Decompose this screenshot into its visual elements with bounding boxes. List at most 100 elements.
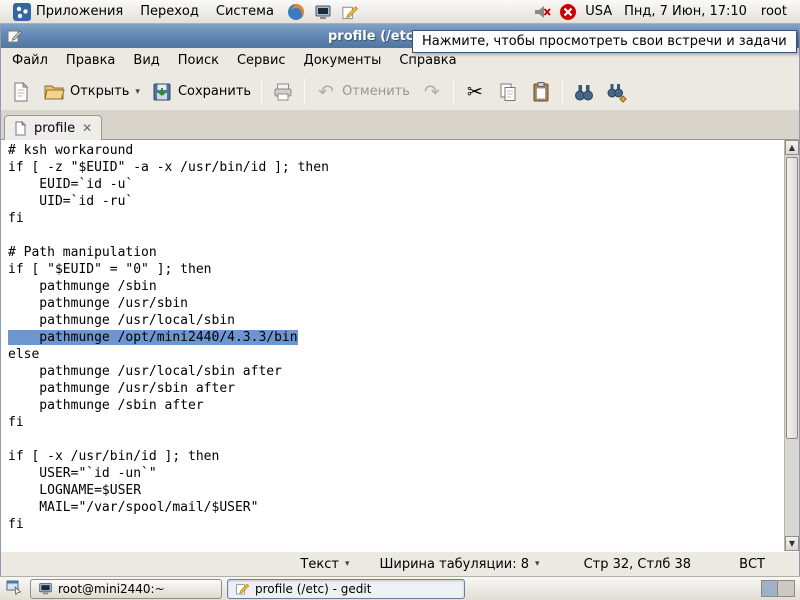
menu-search[interactable]: Поиск (169, 50, 228, 71)
menu-file[interactable]: Файл (3, 50, 57, 71)
editor-text[interactable]: # ksh workaroundif [ -z "$EUID" -a -x /u… (1, 140, 784, 551)
save-button-label: Сохранить (178, 84, 251, 99)
undo-button-label: Отменить (342, 84, 410, 99)
taskbar-item-label: profile (/etc) - gedit (255, 582, 371, 596)
code-line: fi (8, 210, 784, 227)
chevron-down-icon: ▾ (345, 559, 350, 569)
places-menu-label: Переход (140, 4, 199, 19)
find-replace-icon (606, 81, 628, 103)
menu-tools[interactable]: Сервис (228, 50, 295, 71)
toolbar-separator (453, 78, 454, 105)
workspace-1[interactable] (762, 581, 778, 596)
redo-button: ↷ (416, 77, 448, 107)
bottom-panel: root@mini2440:~ profile (/etc) - gedit (0, 576, 800, 600)
scroll-down-button[interactable]: ▼ (785, 536, 799, 551)
new-document-icon (10, 81, 32, 103)
code-line: if [ -z "$EUID" -a -x /usr/bin/id ]; the… (8, 159, 784, 176)
language-mode-label: Текст (300, 557, 339, 572)
scrollbar-thumb[interactable] (786, 157, 798, 439)
taskbar-item-gedit[interactable]: profile (/etc) - gedit (227, 579, 465, 599)
code-line: UID=`id -ru` (8, 193, 784, 210)
workspace-switcher[interactable] (761, 580, 795, 597)
find-button[interactable] (568, 77, 600, 107)
tab-bar: profile ✕ (1, 111, 799, 140)
top-panel: Приложения Переход Система (0, 0, 800, 24)
document-icon (13, 121, 28, 136)
gedit-window: profile (/etc) - gedit Файл Правка Вид П… (0, 24, 800, 576)
toolbar: Открыть ▾ Сохранить ↶ Отменить ↷ (1, 73, 799, 111)
insert-mode-indicator: ВСТ (739, 557, 765, 572)
tab-close-icon[interactable]: ✕ (81, 121, 93, 135)
alert-icon[interactable] (559, 3, 577, 21)
toolbar-separator (304, 78, 305, 105)
clock[interactable]: Пнд, 7 Июн, 17:10 (620, 2, 751, 21)
tab-profile[interactable]: profile ✕ (4, 115, 102, 140)
code-line (8, 431, 784, 448)
undo-button: ↶ Отменить (310, 77, 415, 107)
open-dropdown-icon: ▾ (135, 87, 140, 97)
applications-menu[interactable]: Приложения (5, 1, 131, 23)
scrollbar-track[interactable] (785, 155, 799, 536)
terminal-icon (314, 3, 332, 21)
code-line: pathmunge /usr/sbin after (8, 380, 784, 397)
applications-menu-label: Приложения (36, 4, 123, 19)
open-button[interactable]: Открыть ▾ (38, 77, 145, 107)
taskbar-item-label: root@mini2440:~ (58, 582, 165, 596)
open-button-label: Открыть (70, 84, 129, 99)
menu-help[interactable]: Справка (390, 50, 465, 71)
firefox-launcher[interactable] (283, 2, 309, 22)
code-line: LOGNAME=$USER (8, 482, 784, 499)
print-button[interactable] (267, 77, 299, 107)
print-icon (272, 81, 294, 103)
save-icon (151, 81, 173, 103)
language-mode-selector[interactable]: Текст ▾ (296, 556, 353, 573)
save-button[interactable]: Сохранить (146, 77, 256, 107)
redo-icon: ↷ (421, 81, 443, 103)
show-desktop-icon (6, 579, 22, 599)
volume-muted-icon[interactable] (533, 3, 551, 21)
taskbar-item-terminal[interactable]: root@mini2440:~ (30, 579, 222, 599)
code-line: EUID=`id -u` (8, 176, 784, 193)
scroll-up-button[interactable]: ▲ (785, 140, 799, 155)
tab-width-selector[interactable]: Ширина табуляции: 8 ▾ (375, 556, 543, 573)
code-line: if [ -x /usr/bin/id ]; then (8, 448, 784, 465)
toolbar-separator (261, 78, 262, 105)
code-line: if [ "$EUID" = "0" ]; then (8, 261, 784, 278)
open-folder-icon (43, 81, 65, 103)
terminal-icon (38, 581, 53, 596)
undo-icon: ↶ (315, 81, 337, 103)
show-desktop-button[interactable] (3, 579, 25, 599)
copy-icon (497, 81, 519, 103)
text-editor-launcher[interactable] (337, 2, 363, 22)
places-menu[interactable]: Переход (132, 2, 207, 21)
user-switcher[interactable]: root (759, 2, 793, 21)
tab-width-label: Ширина табуляции: 8 (379, 557, 529, 572)
cut-icon: ✂ (464, 81, 486, 103)
new-button[interactable] (5, 77, 37, 107)
menu-view[interactable]: Вид (124, 50, 168, 71)
replace-button[interactable] (601, 77, 633, 107)
code-line: fi (8, 516, 784, 533)
firefox-icon (287, 3, 305, 21)
menu-edit[interactable]: Правка (57, 50, 124, 71)
text-editor-icon (341, 3, 359, 21)
gedit-icon (235, 581, 250, 596)
code-line: USER="`id -un`" (8, 465, 784, 482)
workspace-2[interactable] (778, 581, 794, 596)
system-menu[interactable]: Система (208, 2, 282, 21)
statusbar: Текст ▾ Ширина табуляции: 8 ▾ Стр 32, Ст… (1, 551, 799, 576)
clock-tooltip: Нажмите, чтобы просмотреть свои встречи … (412, 30, 797, 53)
keyboard-layout-indicator[interactable]: USA (585, 4, 612, 19)
terminal-launcher[interactable] (310, 2, 336, 22)
copy-button[interactable] (492, 77, 524, 107)
menu-documents[interactable]: Документы (295, 50, 391, 71)
paste-button[interactable] (525, 77, 557, 107)
cut-button[interactable]: ✂ (459, 77, 491, 107)
tab-label: profile (34, 121, 75, 136)
vertical-scrollbar: ▲ ▼ (784, 140, 799, 551)
paste-icon (530, 81, 552, 103)
code-line-selected: pathmunge /opt/mini2440/4.3.3/bin (8, 329, 784, 346)
code-line: pathmunge /usr/sbin (8, 295, 784, 312)
cursor-position: Стр 32, Стлб 38 (584, 557, 692, 572)
code-line: # Path manipulation (8, 244, 784, 261)
